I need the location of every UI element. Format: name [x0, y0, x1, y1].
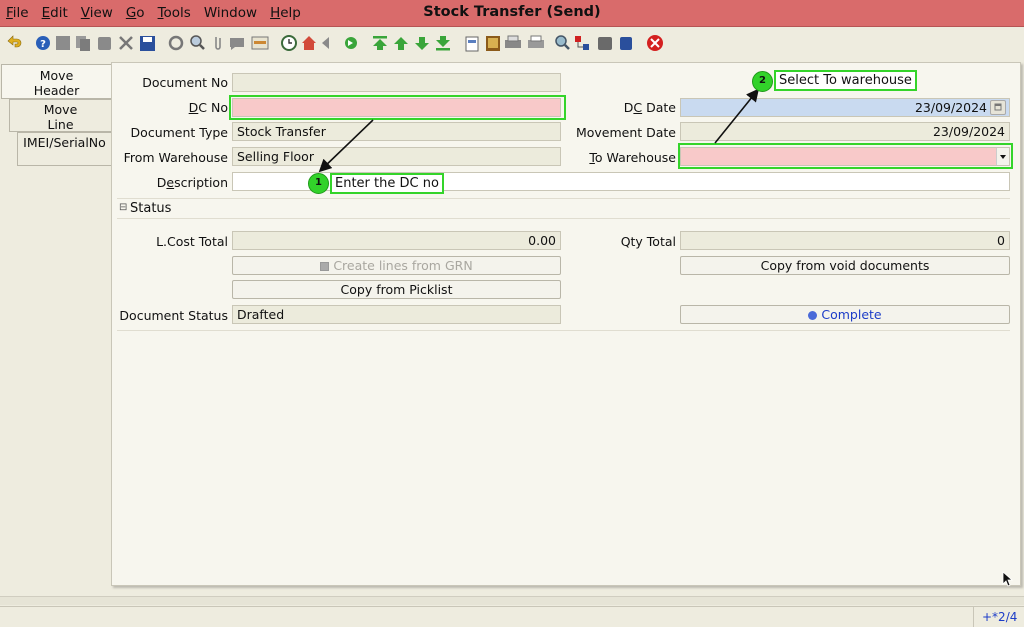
print-preview-icon[interactable] — [505, 35, 521, 48]
document-no-label: Document No — [142, 75, 228, 90]
create-lines-label: Create lines from GRN — [333, 258, 473, 273]
step2-badge: 2 — [752, 71, 773, 92]
copy-from-void-documents-button[interactable]: Copy from void documents — [680, 256, 1010, 275]
dc-no-field[interactable] — [232, 98, 561, 117]
description-label: Description — [156, 175, 228, 190]
report-icon[interactable] — [465, 36, 479, 52]
to-warehouse-dropdown-button[interactable] — [996, 148, 1009, 165]
find-icon[interactable] — [190, 35, 205, 50]
status-bar: +*2/4 — [0, 606, 1024, 627]
refresh-icon[interactable] — [168, 35, 184, 51]
dc-date-value: 23/09/2024 — [914, 100, 987, 115]
chevron-down-icon — [1000, 155, 1006, 159]
previous-record-icon[interactable] — [394, 37, 408, 50]
chat-icon[interactable] — [230, 38, 244, 50]
close-window-icon[interactable] — [647, 35, 663, 51]
from-warehouse-field[interactable]: Selling Floor — [232, 147, 561, 166]
title-bar: File Edit View Go Tools Window Help Stoc… — [0, 0, 1024, 27]
collapse-icon: ⊟ — [119, 202, 128, 213]
last-record-icon[interactable] — [436, 36, 450, 51]
document-status-label: Document Status — [119, 308, 228, 323]
copy-icon[interactable] — [76, 36, 90, 51]
tab-move-line-label: Move Line — [43, 102, 78, 132]
horizontal-scrollbar[interactable] — [0, 596, 1024, 605]
delete-selection-icon[interactable] — [119, 36, 133, 50]
application-window: { "window": { "title": "Stock Transfer (… — [0, 0, 1024, 627]
help-icon[interactable]: ? — [36, 36, 50, 50]
dc-date-label: DC Date — [623, 100, 676, 115]
to-warehouse-label: To Warehouse — [589, 150, 676, 165]
copy-from-picklist-button[interactable]: Copy from Picklist — [232, 280, 561, 299]
home-icon[interactable] — [302, 36, 316, 50]
delete-icon[interactable] — [98, 37, 111, 50]
save-icon[interactable] — [140, 36, 155, 51]
record-navigator-text[interactable]: +*2/4 — [982, 610, 1017, 624]
tab-move-header[interactable]: Move Header — [1, 64, 111, 99]
calendar-icon — [994, 103, 1002, 111]
menu-help[interactable]: Help — [270, 5, 301, 21]
document-type-label: Document Type — [130, 125, 228, 140]
calendar-button[interactable] — [990, 100, 1006, 115]
history-icon[interactable] — [281, 35, 297, 51]
product-info-icon[interactable] — [598, 37, 612, 50]
document-no-field[interactable] — [232, 73, 561, 92]
lock-icon[interactable] — [620, 37, 632, 50]
undo-icon[interactable] — [7, 35, 22, 48]
status-section-title: Status — [130, 201, 172, 216]
archive-icon[interactable] — [486, 36, 500, 51]
copy-icon-small — [320, 262, 330, 271]
menu-go[interactable]: Go — [126, 5, 145, 21]
menu-tools[interactable]: Tools — [158, 5, 191, 21]
step1-badge: 1 — [308, 173, 329, 194]
step1-note: Enter the DC no — [330, 173, 444, 194]
grid-toggle-icon[interactable] — [251, 36, 269, 50]
first-record-icon[interactable] — [373, 36, 387, 50]
menu-file[interactable]: File — [6, 5, 29, 21]
new-icon[interactable] — [56, 36, 70, 50]
qty-total-label: Qty Total — [620, 234, 676, 249]
document-status-field[interactable]: Drafted — [232, 305, 561, 324]
document-type-field[interactable]: Stock Transfer — [232, 122, 561, 141]
mouse-cursor-icon — [1002, 571, 1014, 587]
step2-note: Select To warehouse — [774, 70, 917, 91]
dc-no-label: DC No — [188, 100, 228, 115]
print-icon[interactable] — [528, 35, 544, 48]
to-warehouse-select[interactable] — [680, 147, 1010, 166]
menu-edit[interactable]: Edit — [42, 5, 68, 21]
status-bar-message — [0, 607, 974, 627]
menu-view[interactable]: View — [81, 5, 113, 21]
movement-date-field[interactable]: 23/09/2024 — [680, 122, 1010, 141]
gear-icon — [808, 311, 818, 320]
forward-icon[interactable] — [345, 37, 357, 49]
toolbar: ? — [0, 28, 1024, 58]
lcost-total-label: L.Cost Total — [156, 234, 228, 249]
from-warehouse-label: From Warehouse — [123, 150, 228, 165]
complete-label: Complete — [821, 307, 882, 322]
lcost-total-field[interactable]: 0.00 — [232, 231, 561, 250]
qty-total-field[interactable]: 0 — [680, 231, 1010, 250]
zoom-across-icon[interactable] — [555, 35, 570, 50]
next-record-icon[interactable] — [415, 37, 429, 50]
create-lines-from-grn-button[interactable]: Create lines from GRN — [232, 256, 561, 275]
dc-date-field[interactable]: 23/09/2024 — [680, 98, 1010, 117]
svg-text:?: ? — [40, 39, 46, 50]
tab-imei-serialno-label: IMEI/SerialNo — [23, 135, 106, 150]
complete-button[interactable]: Complete — [680, 305, 1010, 324]
attachment-icon[interactable] — [215, 37, 221, 50]
menu-bar: File Edit View Go Tools Window Help — [6, 5, 301, 21]
status-section-header[interactable]: ⊟ Status — [117, 198, 1010, 219]
back-icon[interactable] — [322, 37, 329, 49]
workflow-icon[interactable] — [575, 36, 589, 50]
movement-date-label: Movement Date — [575, 125, 676, 140]
section-divider — [117, 330, 1010, 331]
tab-imei-serialno[interactable]: IMEI/SerialNo — [17, 132, 111, 166]
tab-move-header-label: Move Header — [33, 68, 80, 98]
tab-move-line[interactable]: Move Line — [9, 99, 111, 132]
menu-window[interactable]: Window — [204, 5, 257, 21]
